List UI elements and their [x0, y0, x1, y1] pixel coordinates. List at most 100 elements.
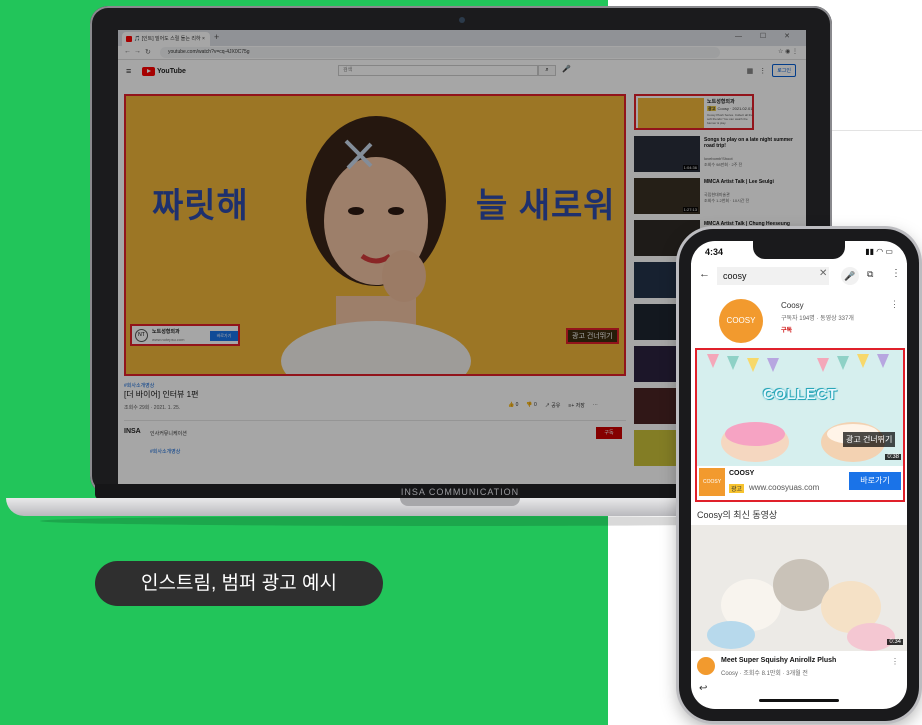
- ad-bunting-image: [707, 354, 889, 462]
- advertiser-logo: COOSY: [699, 468, 725, 496]
- channel-logo[interactable]: INSA: [124, 428, 141, 435]
- apps-icon[interactable]: ▦: [747, 67, 754, 75]
- related-video-views: 조회수 1.2천회 · 10시간 전: [704, 198, 750, 203]
- clear-icon[interactable]: ✕: [819, 268, 827, 279]
- ad-badge: 광고: [707, 106, 717, 111]
- video-meta: 조회수 29회 · 2021. 1. 25.: [124, 405, 181, 411]
- advertiser-name: COOSY: [729, 470, 755, 477]
- related-video-channel: lovebomb'Shoot: [704, 156, 733, 161]
- advertiser-url[interactable]: www.coosyuas.com: [749, 483, 819, 492]
- laptop-base-notch: [400, 498, 520, 506]
- profile-icon[interactable]: ☆ ◉ ⋮: [778, 48, 798, 55]
- stage: 🎵 [인트] 밀어도 스릴 돌는 리하 × + — ☐ ✕ ← → ↻ yout…: [0, 0, 922, 725]
- duration-badge: 1:27:13: [682, 207, 698, 212]
- list-item[interactable]: 1:27:13 MMCA Artist Talk | Lee Seulgi 국립…: [634, 178, 804, 216]
- video-hashtag[interactable]: #회사소개영상: [124, 382, 154, 389]
- description-hashtag[interactable]: #회사소개영상: [150, 448, 180, 455]
- video-title: [더 바이어] 인터뷰 1편: [124, 390, 199, 399]
- sidebar-ad-title: 노트성형외과: [707, 99, 735, 105]
- skip-ad-button[interactable]: 광고 건너뛰기: [843, 432, 896, 447]
- duration-badge: 1:04:36: [682, 165, 698, 170]
- dislike-button[interactable]: 👎 0: [526, 402, 536, 409]
- like-button[interactable]: 👍 0: [508, 402, 518, 409]
- more-icon[interactable]: ⋮: [759, 67, 766, 75]
- phone-screen: 4:34 ▮▮ ◠ ▭ ← coosy ✕ 🎤 ⧉ ⋮ COOSY Coosy …: [691, 241, 907, 709]
- channel-stats: 구독자 194명 · 동영상 337개: [781, 316, 854, 322]
- duration-badge: 0:34: [887, 639, 903, 645]
- divider-line: [830, 130, 922, 131]
- more-icon[interactable]: ⋮: [891, 657, 899, 666]
- camera-icon: [459, 17, 465, 23]
- related-video-title: Songs to play on a late night summer roa…: [704, 137, 793, 149]
- search-icon[interactable]: ⌕: [538, 65, 556, 76]
- video-meta: Coosy · 조회수 8.1만회 · 3개월 전: [721, 671, 808, 677]
- status-icons: ▮▮ ◠ ▭: [865, 247, 893, 256]
- related-video-views: 조회수 98만회 · 2주 전: [704, 162, 743, 167]
- visit-button[interactable]: 바로가기: [210, 331, 238, 341]
- caption-pill: 인스트림, 범퍼 광고 예시: [95, 561, 383, 606]
- home-indicator[interactable]: [759, 699, 839, 702]
- list-item[interactable]: 1:04:36 Songs to play on a late night su…: [634, 136, 804, 174]
- browser-tab[interactable]: 🎵 [인트] 밀어도 스릴 돌는 리하 ×: [122, 32, 210, 46]
- mic-icon[interactable]: 🎤: [841, 267, 859, 285]
- channel-result[interactable]: COOSY Coosy 구독자 194명 · 동영상 337개 구독 ⋮: [691, 293, 907, 349]
- phone-frame: 4:34 ▮▮ ◠ ▭ ← coosy ✕ 🎤 ⧉ ⋮ COOSY Coosy …: [679, 229, 919, 721]
- ad-badge: 광고: [729, 484, 745, 493]
- bumper-ad[interactable]: COLLECT 광고 건너뛰기 0:38 COOSY COOSY 광고 www.…: [695, 348, 905, 502]
- video-title[interactable]: Meet Super Squishy Anirollz Plush: [721, 657, 836, 664]
- phone-search-bar: ← coosy ✕ 🎤 ⧉ ⋮: [691, 263, 907, 289]
- browser-tabbar: 🎵 [인트] 밀어도 스릴 돌는 리하 × + — ☐ ✕: [118, 30, 806, 46]
- section-title: Coosy의 최신 동영상: [697, 510, 778, 520]
- sidebar-ad-description: Coosy Plush Series. Collect all the soft…: [707, 113, 753, 125]
- url-field[interactable]: youtube.com/watch?v=cq-4JX0C75g: [160, 47, 720, 58]
- ad-video[interactable]: COLLECT 광고 건너뛰기 0:38: [697, 350, 903, 466]
- skip-ad-button[interactable]: 광고 건너뛰기: [566, 328, 619, 344]
- new-tab-icon[interactable]: +: [214, 32, 219, 42]
- youtube-logo[interactable]: YouTube: [142, 66, 186, 76]
- advertiser-url: www.notepsu.com: [152, 337, 185, 342]
- login-button[interactable]: 로그인: [772, 64, 796, 77]
- subscribe-button[interactable]: 구독: [596, 427, 622, 439]
- advertiser-name: 노트성형외과: [152, 329, 180, 335]
- save-button[interactable]: ≡+ 저장: [568, 402, 584, 409]
- ad-badge-text: Coosy · 2021.02.01: [717, 106, 753, 111]
- video-player[interactable]: 짜릿해 늘 새로워 NT 노트성형외과 www.notepsu.com 바로가기…: [124, 94, 626, 376]
- search-input[interactable]: 검색: [338, 65, 538, 76]
- channel-avatar[interactable]: [697, 657, 715, 675]
- more-actions-button[interactable]: ···: [593, 402, 598, 409]
- plush-toys-image: [707, 559, 895, 651]
- youtube-play-icon: [142, 66, 155, 76]
- menu-icon[interactable]: ≡: [126, 66, 131, 76]
- back-icon[interactable]: ←: [124, 48, 131, 55]
- more-icon[interactable]: ⋮: [890, 299, 899, 310]
- header-actions: ▦ ⋮ 로그인: [747, 64, 796, 77]
- related-video-title: MMCA Artist Talk | Lee Seulgi: [704, 179, 774, 185]
- ad-headline-right: 늘 새로워: [476, 187, 616, 225]
- ad-headline: COLLECT: [763, 386, 838, 403]
- forward-icon[interactable]: →: [134, 48, 141, 55]
- channel-name: Coosy: [781, 301, 804, 310]
- visit-button[interactable]: 바로가기: [849, 472, 901, 490]
- video-thumbnail[interactable]: 0:34: [691, 525, 907, 651]
- search-input[interactable]: coosy: [717, 267, 829, 285]
- channel-name[interactable]: 인사커뮤니케이션: [150, 430, 187, 437]
- back-arrow-icon[interactable]: ←: [699, 268, 710, 280]
- mic-icon[interactable]: 🎤: [562, 65, 571, 73]
- subscribe-button[interactable]: 구독: [781, 325, 792, 334]
- return-icon[interactable]: ↩: [699, 683, 707, 694]
- window-controls[interactable]: — ☐ ✕: [735, 32, 798, 40]
- ad-headline-left: 짜릿해: [152, 187, 249, 225]
- youtube-logo-text: YouTube: [157, 67, 186, 75]
- share-button[interactable]: ↗ 공유: [545, 402, 561, 409]
- address-bar: ← → ↻ youtube.com/watch?v=cq-4JX0C75g ☆ …: [118, 46, 806, 60]
- cast-icon[interactable]: ⧉: [867, 269, 873, 280]
- video-thumbnail: 1:27:13: [634, 178, 700, 214]
- status-time: 4:34: [705, 247, 724, 257]
- more-icon[interactable]: ⋮: [891, 268, 901, 279]
- sidebar-ad[interactable]: 노트성형외과 광고 Coosy · 2021.02.01 Coosy Plush…: [634, 94, 754, 130]
- reload-icon[interactable]: ↻: [145, 48, 151, 56]
- divider: [124, 420, 626, 421]
- ad-companion-card[interactable]: NT 노트성형외과 www.notepsu.com 바로가기: [130, 324, 240, 346]
- youtube-header: ≡ YouTube 검색 ⌕ 🎤 ▦ ⋮ 로그인: [118, 60, 806, 82]
- ad-info-bar: COOSY COOSY 광고 www.coosyuas.com 바로가기: [697, 466, 903, 500]
